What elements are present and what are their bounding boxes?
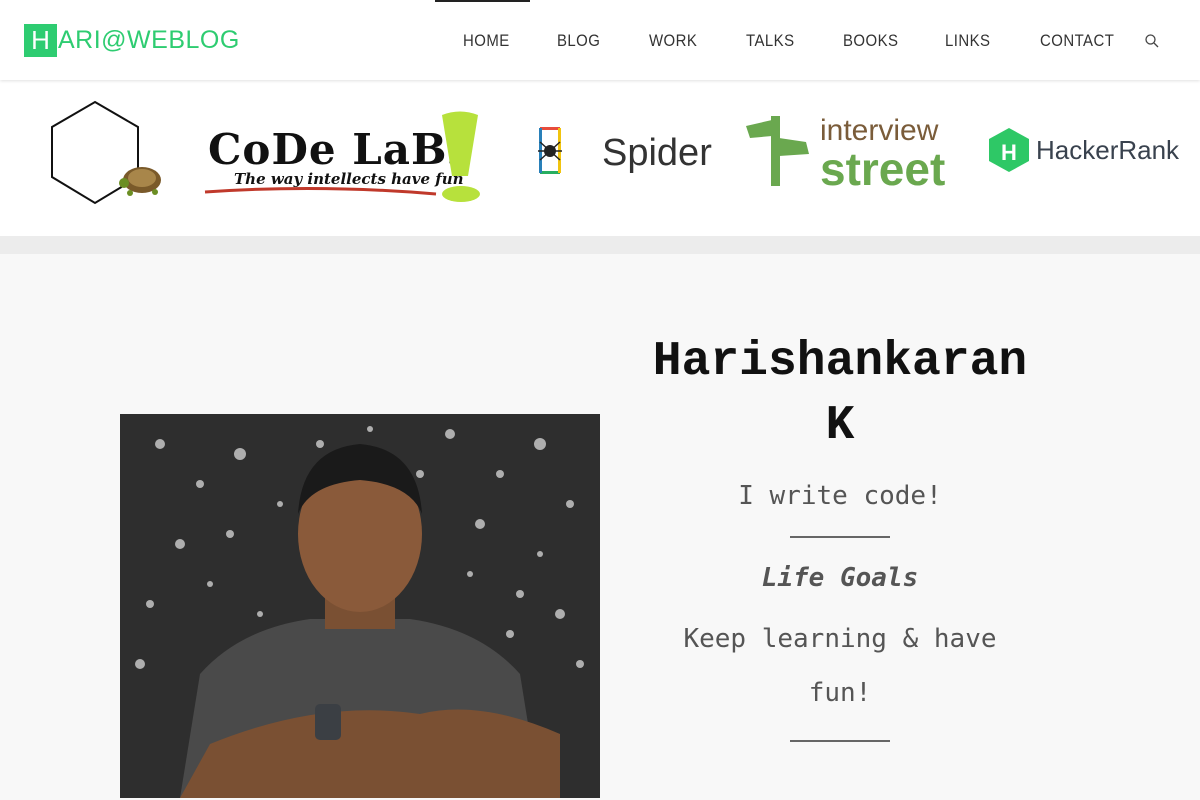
- nav-contact[interactable]: CONTACT: [1040, 0, 1114, 80]
- divider-bottom: [790, 740, 890, 742]
- logo-letter: H: [24, 23, 57, 57]
- nav-links[interactable]: LINKS: [945, 0, 990, 80]
- codelabs-logo: CoDe LaBs The way intellects have fun: [204, 111, 480, 202]
- nav-blog[interactable]: BLOG: [557, 0, 600, 80]
- nav-home[interactable]: HOME: [463, 0, 510, 80]
- codelabs-title: CoDe LaBs: [208, 125, 472, 174]
- nav-work[interactable]: WORK: [649, 0, 697, 80]
- nav-books[interactable]: BOOKS: [843, 0, 898, 80]
- section-divider-band: [0, 236, 1200, 254]
- interviewstreet-text-2: street: [820, 143, 945, 195]
- spider-text: Spider: [602, 132, 712, 174]
- search-icon[interactable]: [1144, 33, 1160, 49]
- interviewstreet-logo: interview street: [746, 114, 945, 195]
- profile-photo: [120, 414, 600, 798]
- goals-text: Keep learning & have fun!: [640, 612, 1040, 720]
- site-logo[interactable]: H ARI@WEBLOG: [24, 23, 240, 57]
- profile-info: Harishankaran K I write code! Life Goals…: [640, 330, 1040, 762]
- hackerrank-logo: H HackerRank: [989, 128, 1180, 172]
- profile-name: Harishankaran K: [640, 330, 1040, 458]
- site-header: H ARI@WEBLOG HOME BLOG WORK TALKS BOOKS …: [0, 0, 1200, 80]
- divider-top: [790, 536, 890, 538]
- goals-heading: Life Goals: [761, 563, 919, 593]
- partner-logos: CoDe LaBs The way intellects have fun Sp…: [51, 100, 1180, 205]
- profile-name-line1: Harishankaran: [652, 335, 1028, 389]
- profile-photo-image: [120, 414, 600, 798]
- codelabs-tagline: The way intellects have fun: [234, 170, 464, 188]
- hexagon-turtle-logo: [51, 100, 161, 205]
- logo-text: ARI@WEBLOG: [58, 25, 240, 54]
- goals-line2: fun!: [808, 678, 872, 708]
- goals-line1: Keep learning & have: [683, 624, 997, 654]
- profile-name-line2: K: [825, 399, 855, 453]
- partner-logos-strip: CoDe LaBs The way intellects have fun Sp…: [0, 80, 1200, 236]
- hackerrank-letter: H: [1001, 140, 1017, 165]
- hackerrank-text: HackerRank: [1036, 135, 1180, 165]
- profile-tagline: I write code!: [738, 481, 942, 511]
- nav-talks[interactable]: TALKS: [746, 0, 794, 80]
- spider-logo: Spider: [538, 127, 712, 174]
